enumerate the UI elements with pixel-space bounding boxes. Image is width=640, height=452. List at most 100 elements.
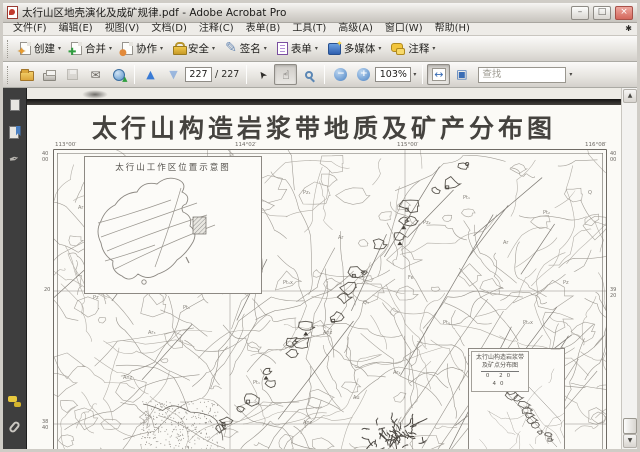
secure-label: 安全	[188, 43, 210, 55]
menu-item-1[interactable]: 文件(F)	[7, 23, 53, 35]
comment-button[interactable]: 注释 ▾	[386, 39, 440, 58]
combine-button[interactable]: 合并▾	[66, 39, 117, 58]
find-input[interactable]	[478, 66, 567, 83]
map-unit-label: Pt₂	[543, 210, 550, 216]
page-number-input[interactable]	[185, 67, 212, 82]
map-unit-label: Pz	[93, 295, 99, 301]
zoom-marquee-button[interactable]	[297, 64, 320, 85]
combine-icon	[68, 42, 83, 58]
dropdown-caret[interactable]: ▾	[432, 45, 435, 52]
printer-icon	[43, 69, 56, 81]
sidebar-item-bookmarks[interactable]	[7, 124, 23, 140]
upload-button[interactable]	[107, 64, 130, 85]
page-total-label: / 227	[215, 69, 240, 80]
map-unit-label: Pt₂x	[523, 320, 533, 326]
menu-item-9[interactable]: 窗口(W)	[379, 23, 429, 35]
map-unit-label: Ar	[338, 235, 344, 241]
collaborate-label: 协作	[136, 43, 158, 55]
map-unit-label: Ar₃	[148, 330, 155, 336]
menubar-corner-icon[interactable]: ✱	[625, 24, 632, 33]
print-button[interactable]	[38, 64, 61, 85]
map-unit-label: Pt₁	[253, 380, 260, 386]
forms-button[interactable]: 表单 ▾	[272, 39, 323, 58]
dropdown-caret[interactable]: ▾	[264, 45, 267, 52]
signatures-icon: ✒	[7, 150, 22, 168]
multimedia-label: 多媒体	[343, 43, 376, 55]
dropdown-caret[interactable]: ▾	[378, 45, 381, 52]
scroll-up-button[interactable]: ▲	[623, 89, 637, 103]
map-unit-label: Ar	[503, 240, 509, 246]
magnifier-icon	[304, 70, 313, 79]
hand-tool-button[interactable]: ☝	[274, 64, 298, 85]
menu-item-8[interactable]: 高级(A)	[332, 23, 379, 35]
map-unit-label: Pz	[563, 280, 569, 286]
latitude-tick: 39 20	[610, 287, 617, 299]
detail-inset-map: 太行山构造岩浆带 及矿点分布图 0 20 40	[468, 348, 565, 449]
select-tool-button[interactable]: ➤	[251, 64, 274, 85]
map-unit-label: Q₃	[363, 300, 369, 306]
dropdown-caret[interactable]: ▾	[212, 45, 215, 52]
sidebar-bottom-group	[3, 393, 26, 435]
open-button[interactable]	[15, 64, 38, 85]
menu-item-6[interactable]: 表单(B)	[240, 23, 287, 35]
open-folder-icon	[19, 69, 34, 81]
fit-width-button[interactable]: ↔	[427, 64, 451, 85]
fit-page-icon: ▣	[456, 67, 468, 81]
scrollbar-thumb[interactable]	[623, 418, 637, 434]
menu-item-5[interactable]: 注释(C)	[193, 23, 240, 35]
coordinate-label: 114°02′	[235, 142, 257, 148]
main-area: ✒ 太行山构造岩浆带地质及矿产分布图 Ar Pt₁ Pz Ar₃ Anz Pt₁ Q Pt₂ P…	[3, 88, 637, 449]
sidebar-item-signatures[interactable]: ✒	[7, 151, 23, 167]
sign-button[interactable]: ✎ 签名 ▾	[220, 39, 272, 58]
scan-page-margin	[27, 88, 621, 99]
zoom-out-button[interactable]: −	[329, 64, 352, 85]
close-button[interactable]: ×	[615, 5, 633, 20]
title-bar[interactable]: 太行山区地壳演化及成矿规律.pdf - Adobe Acrobat Pro – …	[3, 3, 637, 23]
next-page-button[interactable]: ▼	[162, 64, 185, 85]
scroll-down-button[interactable]: ▼	[623, 434, 637, 448]
fit-page-button[interactable]: ▣	[450, 64, 473, 85]
multimedia-button[interactable]: 多媒体▾	[323, 39, 387, 58]
sidebar-item-comments[interactable]	[7, 393, 23, 409]
collaborate-button[interactable]: 协作▾	[117, 39, 168, 58]
latitude-tick: 40 00	[42, 151, 49, 163]
scan-page-edge	[27, 99, 621, 105]
coordinate-label: 115°00′	[397, 142, 419, 148]
save-button[interactable]	[61, 64, 84, 85]
minimize-button[interactable]: –	[571, 5, 589, 20]
detail-inset-caption: 太行山构造岩浆带 及矿点分布图 0 20 40	[471, 351, 529, 392]
zoom-in-button[interactable]: +	[352, 64, 375, 85]
map-title: 太行山构造岩浆带地质及矿产分布图	[91, 114, 556, 143]
multimedia-icon	[327, 39, 343, 55]
menu-item-4[interactable]: 文档(D)	[145, 23, 193, 35]
toolbar-grip[interactable]	[7, 65, 12, 84]
dropdown-caret[interactable]: ▾	[315, 45, 318, 52]
sign-label: 签名	[239, 43, 261, 55]
menu-item-3[interactable]: 视图(V)	[99, 23, 146, 35]
dropdown-caret[interactable]: ▾	[109, 45, 112, 52]
zoom-level-value[interactable]: 103%	[375, 67, 412, 82]
previous-page-button[interactable]: ▲	[139, 64, 162, 85]
maximize-button[interactable]: □	[593, 5, 611, 20]
email-button[interactable]: ✉	[84, 64, 107, 85]
create-label: 创建	[34, 43, 55, 55]
vertical-scrollbar[interactable]: ▲ ▼	[621, 88, 637, 449]
zoom-dropdown-caret[interactable]: ▾	[413, 71, 416, 78]
secure-button[interactable]: 安全 ▾	[168, 39, 220, 58]
menu-item-7[interactable]: 工具(T)	[286, 23, 332, 35]
dropdown-caret[interactable]: ▾	[160, 45, 163, 52]
paperclip-icon	[7, 420, 22, 434]
coordinate-label: 113°00′	[55, 142, 77, 148]
menu-item-10[interactable]: 帮助(H)	[429, 23, 476, 35]
map-unit-label: Anz	[323, 330, 333, 336]
sidebar-item-attachments[interactable]	[7, 419, 23, 435]
sidebar-item-page-thumbnails[interactable]	[7, 97, 23, 113]
dropdown-caret[interactable]: ▾	[58, 45, 61, 52]
location-inset-title: 太行山工作区位置示意图	[115, 163, 231, 173]
document-view[interactable]: 太行山构造岩浆带地质及矿产分布图 Ar Pt₁ Pz Ar₃ Anz Pt₁ Q Pt₂ Pz₁…	[27, 88, 621, 449]
menu-bar: 文件(F) 编辑(E) 视图(V) 文档(D) 注释(C) 表单(B) 工具(T) 高级(A)…	[3, 23, 637, 36]
create-button[interactable]: 创建▾	[15, 39, 66, 58]
menu-item-2[interactable]: 编辑(E)	[53, 23, 99, 35]
toolbar-grip[interactable]	[7, 39, 12, 58]
find-dropdown-caret[interactable]: ▾	[569, 71, 572, 78]
